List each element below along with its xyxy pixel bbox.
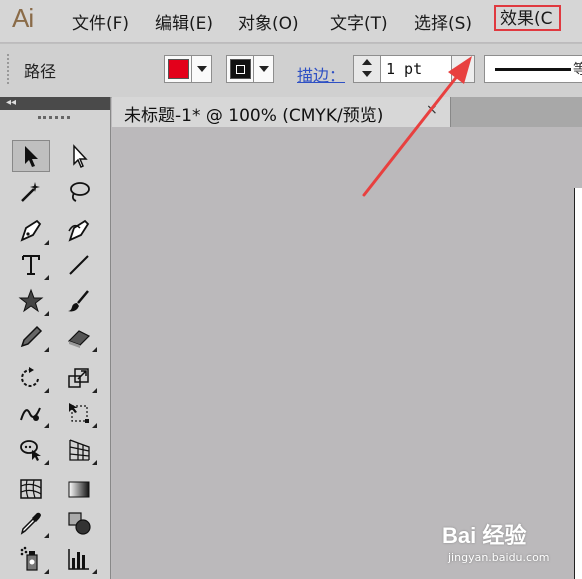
warp-tool-icon[interactable] bbox=[12, 397, 50, 429]
variable-width-profile[interactable]: 等 bbox=[484, 55, 582, 83]
menu-object[interactable]: 对象(O) bbox=[238, 9, 299, 34]
line-segment-tool-icon[interactable] bbox=[60, 249, 98, 281]
lasso-tool-icon[interactable] bbox=[60, 176, 98, 208]
tools-panel: ◂◂ bbox=[0, 97, 111, 579]
tools-panel-grip[interactable] bbox=[38, 116, 70, 124]
tool-flyout-icon bbox=[92, 347, 97, 352]
stroke-swatch[interactable] bbox=[230, 59, 251, 79]
stroke-weight-field[interactable]: 1 pt bbox=[353, 55, 475, 83]
menu-file[interactable]: 文件(F) bbox=[72, 9, 129, 34]
tool-flyout-icon bbox=[92, 423, 97, 428]
document-tab-bar: 未标题-1* @ 100% (CMYK/预览) × bbox=[112, 97, 582, 127]
stroke-weight-stepper-icon[interactable] bbox=[354, 56, 381, 82]
tools-panel-header[interactable]: ◂◂ bbox=[0, 97, 110, 110]
stroke-weight-dropdown-icon[interactable] bbox=[451, 56, 474, 82]
profile-label: 等 bbox=[573, 62, 582, 78]
perspective-grid-tool-icon[interactable] bbox=[60, 434, 98, 466]
menu-edit[interactable]: 编辑(E) bbox=[155, 9, 213, 34]
menu-select[interactable]: 选择(S) bbox=[414, 9, 472, 34]
selection-tool-icon[interactable] bbox=[12, 140, 50, 172]
fill-swatch[interactable] bbox=[168, 59, 189, 79]
tool-flyout-icon bbox=[92, 460, 97, 465]
tool-flyout-icon bbox=[44, 423, 49, 428]
pencil-tool-icon[interactable] bbox=[12, 321, 50, 353]
tool-flyout-icon bbox=[44, 240, 49, 245]
canvas-area[interactable] bbox=[112, 127, 582, 579]
blend-tool-icon[interactable] bbox=[60, 507, 98, 539]
shape-builder-tool-icon[interactable] bbox=[12, 434, 50, 466]
tool-flyout-icon bbox=[44, 533, 49, 538]
control-bar: 路径 描边： 1 pt 等 bbox=[0, 43, 582, 98]
symbol-sprayer-tool-icon[interactable] bbox=[12, 543, 50, 575]
tool-flyout-icon bbox=[92, 569, 97, 574]
fill-color-picker[interactable] bbox=[164, 55, 212, 83]
close-tab-icon[interactable]: × bbox=[426, 102, 438, 118]
tool-flyout-icon bbox=[44, 275, 49, 280]
direct-selection-tool-icon[interactable] bbox=[60, 140, 98, 172]
stroke-dropdown-arrow-icon[interactable] bbox=[253, 56, 273, 82]
document-tab-title[interactable]: 未标题-1* @ 100% (CMYK/预览) bbox=[124, 101, 383, 126]
watermark-url: jingyan.baidu.com bbox=[448, 551, 550, 564]
watermark-logo: Bai 经验 bbox=[442, 523, 527, 548]
document-tab[interactable]: 未标题-1* @ 100% (CMYK/预览) × bbox=[112, 97, 451, 127]
eraser-tool-icon[interactable] bbox=[60, 321, 98, 353]
curvature-pen-tool-icon[interactable] bbox=[60, 214, 98, 246]
menu-type[interactable]: 文字(T) bbox=[330, 9, 388, 34]
menu-bar: Ai 文件(F) 编辑(E) 对象(O) 文字(T) 选择(S) 效果(C bbox=[0, 0, 582, 42]
magic-wand-tool-icon[interactable] bbox=[12, 176, 50, 208]
tool-flyout-icon bbox=[44, 388, 49, 393]
free-transform-tool-icon[interactable] bbox=[60, 397, 98, 429]
mesh-tool-icon[interactable] bbox=[12, 473, 50, 505]
pen-tool-icon[interactable] bbox=[12, 214, 50, 246]
tool-flyout-icon bbox=[92, 388, 97, 393]
gradient-tool-icon[interactable] bbox=[60, 473, 98, 505]
app-logo: Ai bbox=[12, 3, 34, 33]
tool-flyout-icon bbox=[44, 347, 49, 352]
stroke-panel-link[interactable]: 描边： bbox=[297, 62, 345, 86]
eyedropper-tool-icon[interactable] bbox=[12, 507, 50, 539]
tool-flyout-icon bbox=[44, 569, 49, 574]
menu-effect[interactable]: 效果(C bbox=[494, 5, 561, 31]
star-tool-icon[interactable] bbox=[12, 285, 50, 317]
column-graph-tool-icon[interactable] bbox=[60, 543, 98, 575]
stroke-weight-value[interactable]: 1 pt bbox=[386, 60, 422, 78]
fill-dropdown-arrow-icon[interactable] bbox=[191, 56, 211, 82]
control-bar-grip[interactable] bbox=[7, 54, 11, 84]
baidu-watermark: Bai 经验 jingyan.baidu.com bbox=[442, 518, 582, 578]
profile-line-icon bbox=[495, 68, 571, 71]
scale-tool-icon[interactable] bbox=[60, 362, 98, 394]
selection-type-label: 路径 bbox=[24, 62, 57, 81]
type-tool-icon[interactable] bbox=[12, 249, 50, 281]
tool-flyout-icon bbox=[44, 460, 49, 465]
paintbrush-tool-icon[interactable] bbox=[60, 285, 98, 317]
rotate-tool-icon[interactable] bbox=[12, 362, 50, 394]
tool-flyout-icon bbox=[44, 311, 49, 316]
stroke-color-picker[interactable] bbox=[226, 55, 274, 83]
collapse-panel-icon[interactable]: ◂◂ bbox=[6, 97, 16, 109]
